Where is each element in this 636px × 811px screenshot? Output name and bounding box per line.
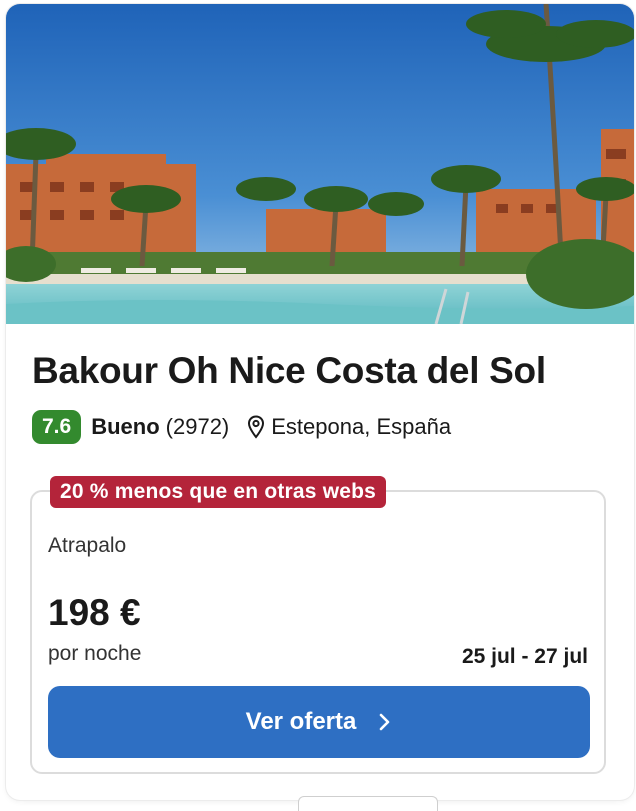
hotel-card[interactable]: Bakour Oh Nice Costa del Sol 7.6 Bueno (… <box>6 4 634 800</box>
score-badge: 7.6 <box>32 410 82 444</box>
rating-location-row: 7.6 Bueno (2972) Estepona, España <box>32 409 451 445</box>
offer-box[interactable]: 20 % menos que en otras webs Atrapalo 19… <box>30 476 606 774</box>
rating-label: Bueno <box>91 414 160 439</box>
price: 198 € <box>48 592 141 633</box>
view-offer-label: Ver oferta <box>245 708 357 735</box>
location-text: Estepona, España <box>271 414 452 439</box>
price-unit: por noche <box>48 642 142 665</box>
next-card-peek <box>298 796 438 811</box>
location-pin-icon <box>248 415 265 439</box>
discount-badge: 20 % menos que en otras webs <box>50 476 387 508</box>
hotel-name[interactable]: Bakour Oh Nice Costa del Sol <box>32 350 546 392</box>
view-offer-button[interactable]: Ver oferta <box>48 686 590 758</box>
hotel-photo[interactable] <box>6 4 634 324</box>
stay-dates: 25 jul - 27 jul <box>461 645 588 668</box>
review-count: (2972) <box>165 414 230 439</box>
chevron-right-icon <box>380 713 390 731</box>
provider-name: Atrapalo <box>48 534 127 557</box>
